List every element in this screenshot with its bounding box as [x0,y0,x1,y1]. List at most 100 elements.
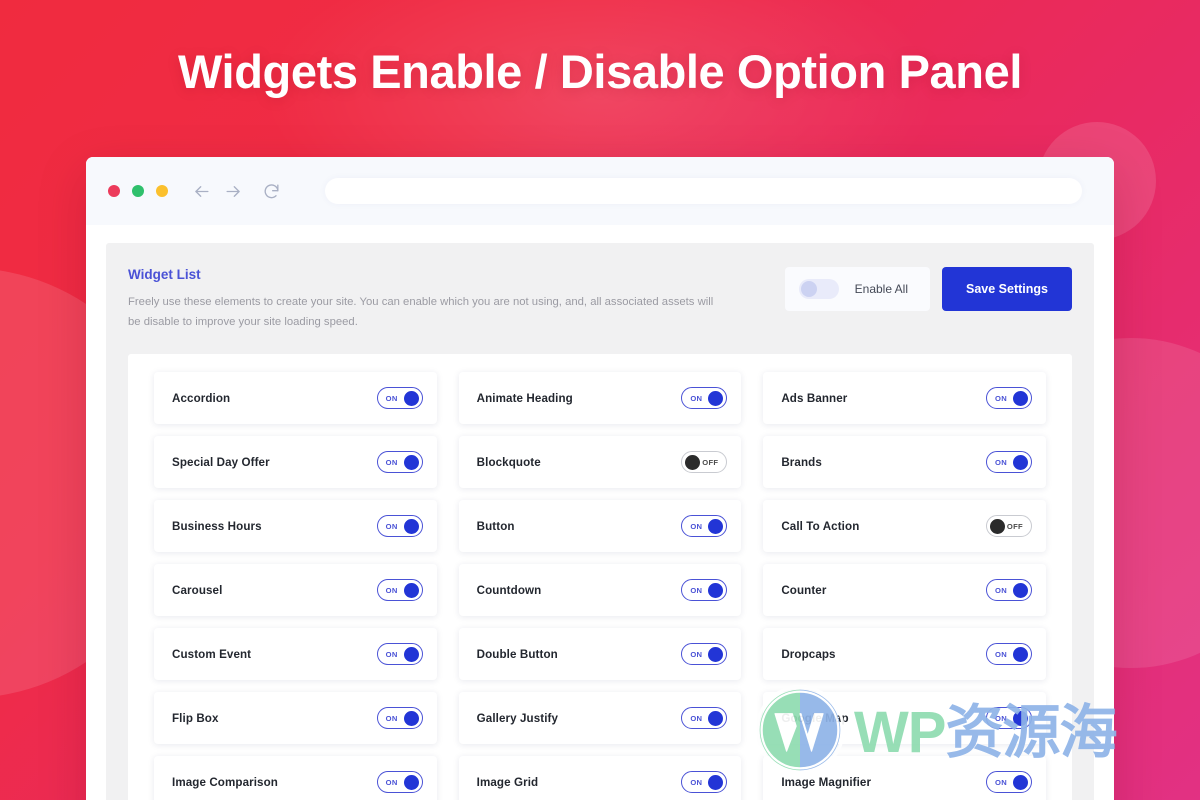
widget-toggle[interactable]: OFF [985,515,1032,538]
widget-toggle[interactable]: ON [985,451,1032,474]
widget-toggle-label: ON [690,393,703,403]
widget-toggle[interactable]: ON [985,771,1032,794]
widget-name: Animate Heading [476,391,573,405]
widget-name: Business Hours [172,519,262,533]
widget-toggle[interactable]: ON [681,707,728,730]
widget-toggle[interactable]: OFF [681,451,728,474]
widget-card: Image Comparison ON [154,756,437,800]
widget-name: Google Map [781,711,849,725]
widget-card: Image Magnifier ON [763,756,1046,800]
panel-description: Freely use these elements to create your… [128,296,714,329]
arrow-left-icon[interactable] [192,182,211,201]
widget-toggle-knob [1012,391,1028,407]
widget-toggle-label: ON [385,393,398,403]
widget-toggle-label: ON [690,649,703,659]
browser-nav-controls [192,182,281,201]
close-dot[interactable] [108,185,120,197]
widget-name: Brands [781,455,822,469]
widget-toggle[interactable]: ON [376,451,423,474]
widget-name: Custom Event [172,647,252,661]
widget-toggle[interactable]: ON [376,579,423,602]
widget-toggle-knob [708,391,724,407]
widget-card: Business Hours ON [154,500,437,553]
widget-card: Counter ON [763,564,1046,617]
widget-toggle-label: ON [690,713,703,723]
widget-name: Special Day Offer [172,455,270,469]
widget-card: Image Grid ON [458,756,742,800]
enable-all-label: Enable All [854,282,909,296]
arrow-right-icon[interactable] [224,182,243,201]
browser-viewport: Widget List Freely use these elements to… [86,225,1114,800]
widget-name: Accordion [172,391,231,405]
widget-toggle[interactable]: ON [985,579,1032,602]
widget-toggle-knob [685,455,701,471]
widget-toggle[interactable]: ON [681,771,728,794]
widget-card: Special Day Offer ON [154,436,437,489]
enable-all-control[interactable]: Enable All [784,267,931,311]
widget-toggle-knob [403,391,419,407]
widget-toggle-label: ON [690,777,703,787]
reload-icon[interactable] [262,182,281,201]
widget-grid-container: Accordion ON Animate Heading ON Ads Banner ON… [128,354,1072,800]
widget-toggle-label: ON [385,649,398,659]
widget-toggle[interactable]: ON [985,707,1032,730]
widget-grid: Accordion ON Animate Heading ON Ads Banner ON… [154,372,1046,800]
widget-toggle-label: ON [385,777,398,787]
widget-toggle-knob [403,711,419,727]
widget-toggle-knob [1012,775,1028,791]
widget-list-panel: Widget List Freely use these elements to… [106,243,1094,800]
widget-name: Double Button [476,647,558,661]
widget-name: Call To Action [781,519,860,533]
widget-toggle-label: ON [994,649,1007,659]
minimize-dot[interactable] [132,185,144,197]
widget-name: Image Magnifier [781,775,872,789]
widget-toggle[interactable]: ON [681,515,728,538]
widget-name: Ads Banner [781,391,848,405]
widget-toggle-knob [1012,583,1028,599]
save-settings-button[interactable]: Save Settings [942,267,1072,311]
widget-card: Countdown ON [458,564,742,617]
widget-card: Blockquote OFF [458,436,742,489]
widget-toggle-knob [403,775,419,791]
widget-toggle-label: ON [690,585,703,595]
page-title: Widgets Enable / Disable Option Panel [178,45,1022,98]
widget-toggle-knob [403,519,419,535]
panel-actions: Enable All Save Settings [784,265,1072,311]
widget-toggle[interactable]: ON [985,387,1032,410]
widget-toggle-label: OFF [1006,521,1023,531]
widget-toggle-label: ON [994,713,1007,723]
widget-toggle-label: ON [994,393,1007,403]
widget-toggle-knob [708,647,724,663]
widget-name: Counter [781,583,827,597]
widget-toggle[interactable]: ON [681,643,728,666]
widget-toggle[interactable]: ON [985,643,1032,666]
widget-card: Custom Event ON [154,628,437,681]
widget-name: Image Grid [476,775,539,789]
widget-card: Carousel ON [154,564,437,617]
widget-name: Carousel [172,583,223,597]
widget-toggle[interactable]: ON [681,387,728,410]
widget-card: Ads Banner ON [763,372,1046,425]
widget-card: Gallery Justify ON [458,692,742,745]
widget-toggle-knob [403,455,419,471]
enable-all-toggle[interactable] [798,279,839,299]
widget-toggle[interactable]: ON [376,707,423,730]
panel-heading-text: Widget List Freely use these elements to… [128,265,728,332]
widget-name: Dropcaps [781,647,836,661]
widget-card: Call To Action OFF [763,500,1046,553]
panel-title: Widget List [128,267,201,282]
widget-card: Dropcaps ON [763,628,1046,681]
browser-window: Widget List Freely use these elements to… [86,157,1114,800]
maximize-dot[interactable] [156,185,168,197]
widget-toggle[interactable]: ON [376,771,423,794]
widget-card: Animate Heading ON [458,372,742,425]
widget-name: Blockquote [476,455,541,469]
widget-toggle[interactable]: ON [376,643,423,666]
widget-toggle[interactable]: ON [376,515,423,538]
widget-toggle-knob [403,647,419,663]
address-bar[interactable] [325,178,1082,204]
widget-toggle-label: ON [385,713,398,723]
widget-toggle-knob [403,583,419,599]
widget-toggle[interactable]: ON [376,387,423,410]
widget-toggle[interactable]: ON [681,579,728,602]
